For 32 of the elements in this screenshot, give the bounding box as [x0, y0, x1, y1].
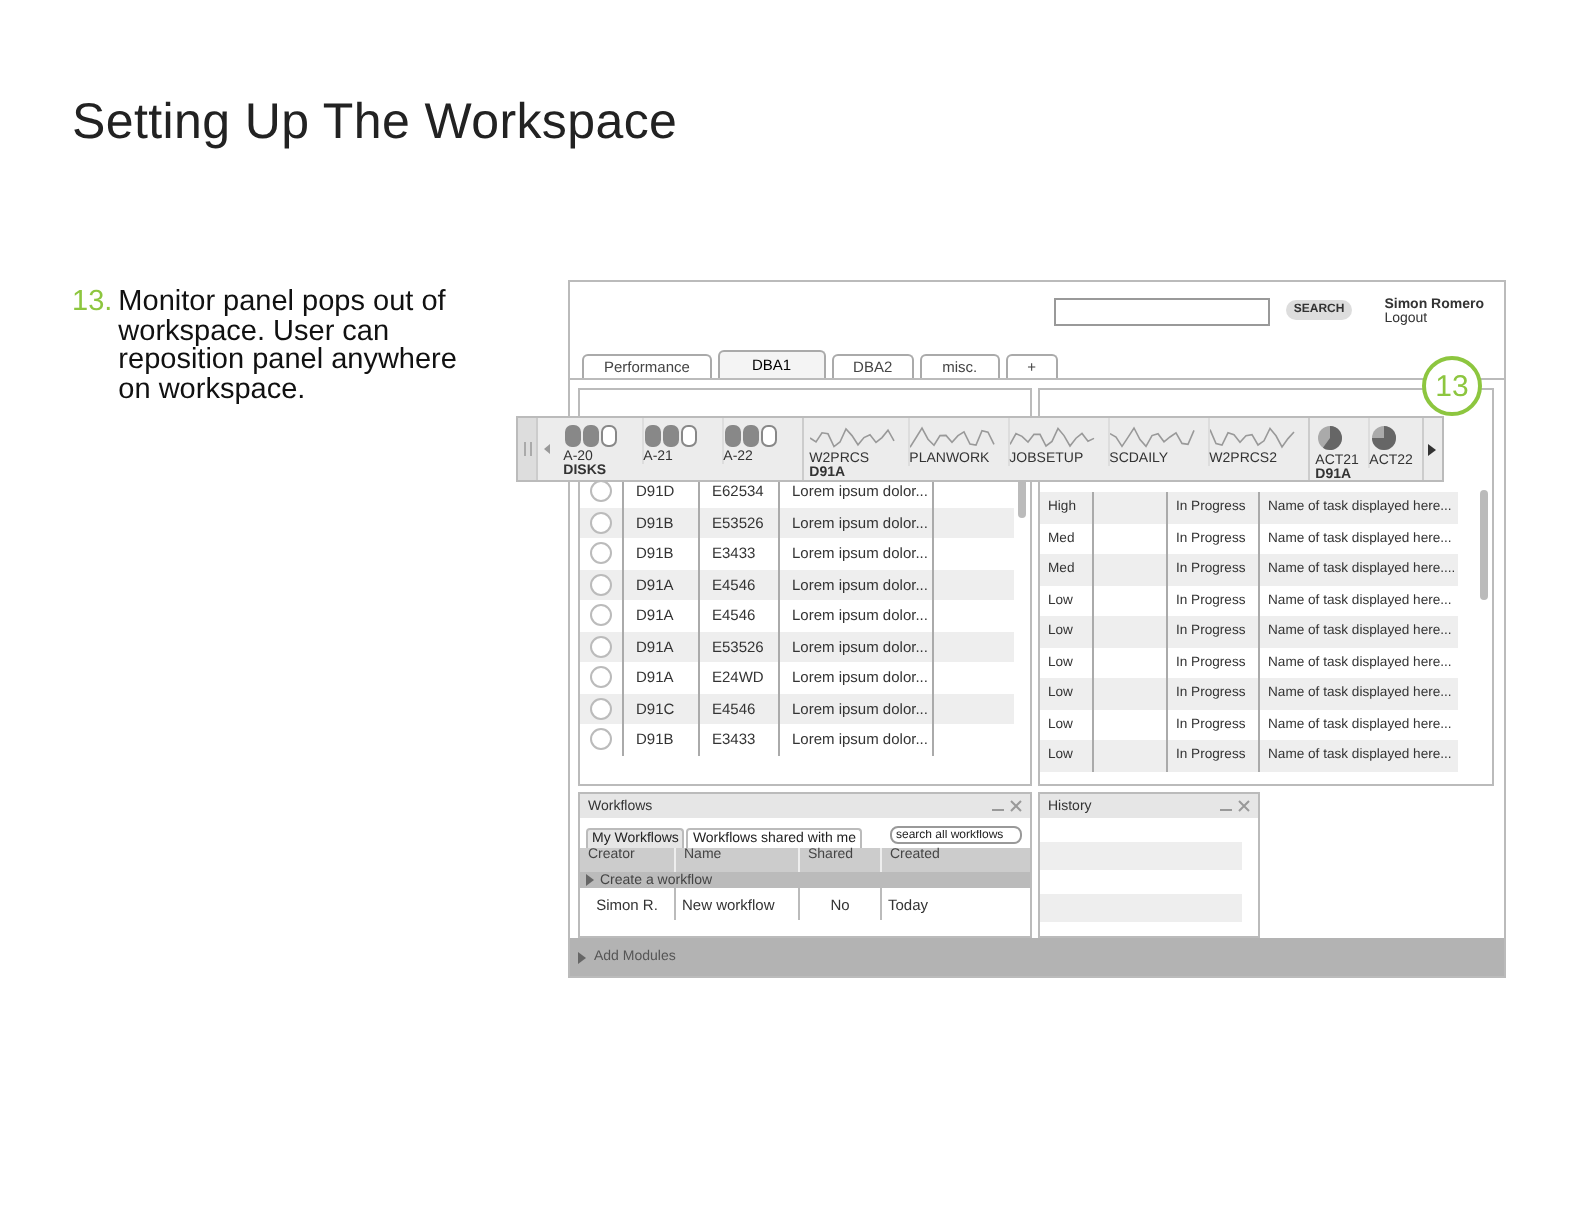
disk-usage-icon	[723, 424, 780, 448]
radio-button[interactable]	[590, 604, 612, 627]
radio-button[interactable]	[590, 635, 612, 658]
scroll-right-icon[interactable]	[1428, 443, 1437, 455]
scrollbar[interactable]	[1480, 490, 1488, 600]
sparkline-drawing	[909, 424, 998, 450]
step-number: 13.	[72, 288, 113, 322]
radio-button[interactable]	[590, 666, 612, 689]
close-icon[interactable]	[1010, 800, 1022, 812]
sparkline-drawing	[1009, 424, 1098, 450]
close-icon[interactable]	[1238, 800, 1250, 812]
disk-usage-icon	[563, 424, 620, 448]
radio-button[interactable]	[590, 573, 612, 596]
drag-handle[interactable]	[518, 418, 539, 480]
search-field[interactable]	[1053, 298, 1270, 326]
scroll-left-icon[interactable]	[544, 444, 551, 454]
radio-button[interactable]	[590, 697, 612, 720]
radio-button[interactable]	[590, 542, 612, 565]
sparkline-drawing	[809, 424, 898, 450]
sparkline-drawing	[1209, 424, 1298, 450]
grip-icon	[523, 442, 532, 456]
sparkline-drawing	[1109, 424, 1198, 450]
radio-button[interactable]	[590, 511, 612, 534]
radio-button[interactable]	[590, 728, 612, 751]
pie-chart-icon	[1369, 424, 1398, 452]
expand-arrow-icon[interactable]	[578, 951, 586, 963]
step-description: Monitor panel pops out of workspace. User can reposition panel anywhere on workspace.	[118, 288, 459, 404]
radio-button[interactable]	[590, 480, 612, 503]
disk-usage-icon	[643, 424, 700, 448]
pie-chart-icon	[1315, 424, 1344, 452]
expand-arrow-icon[interactable]	[586, 874, 594, 886]
slide-title: Setting Up The Workspace	[72, 94, 678, 152]
